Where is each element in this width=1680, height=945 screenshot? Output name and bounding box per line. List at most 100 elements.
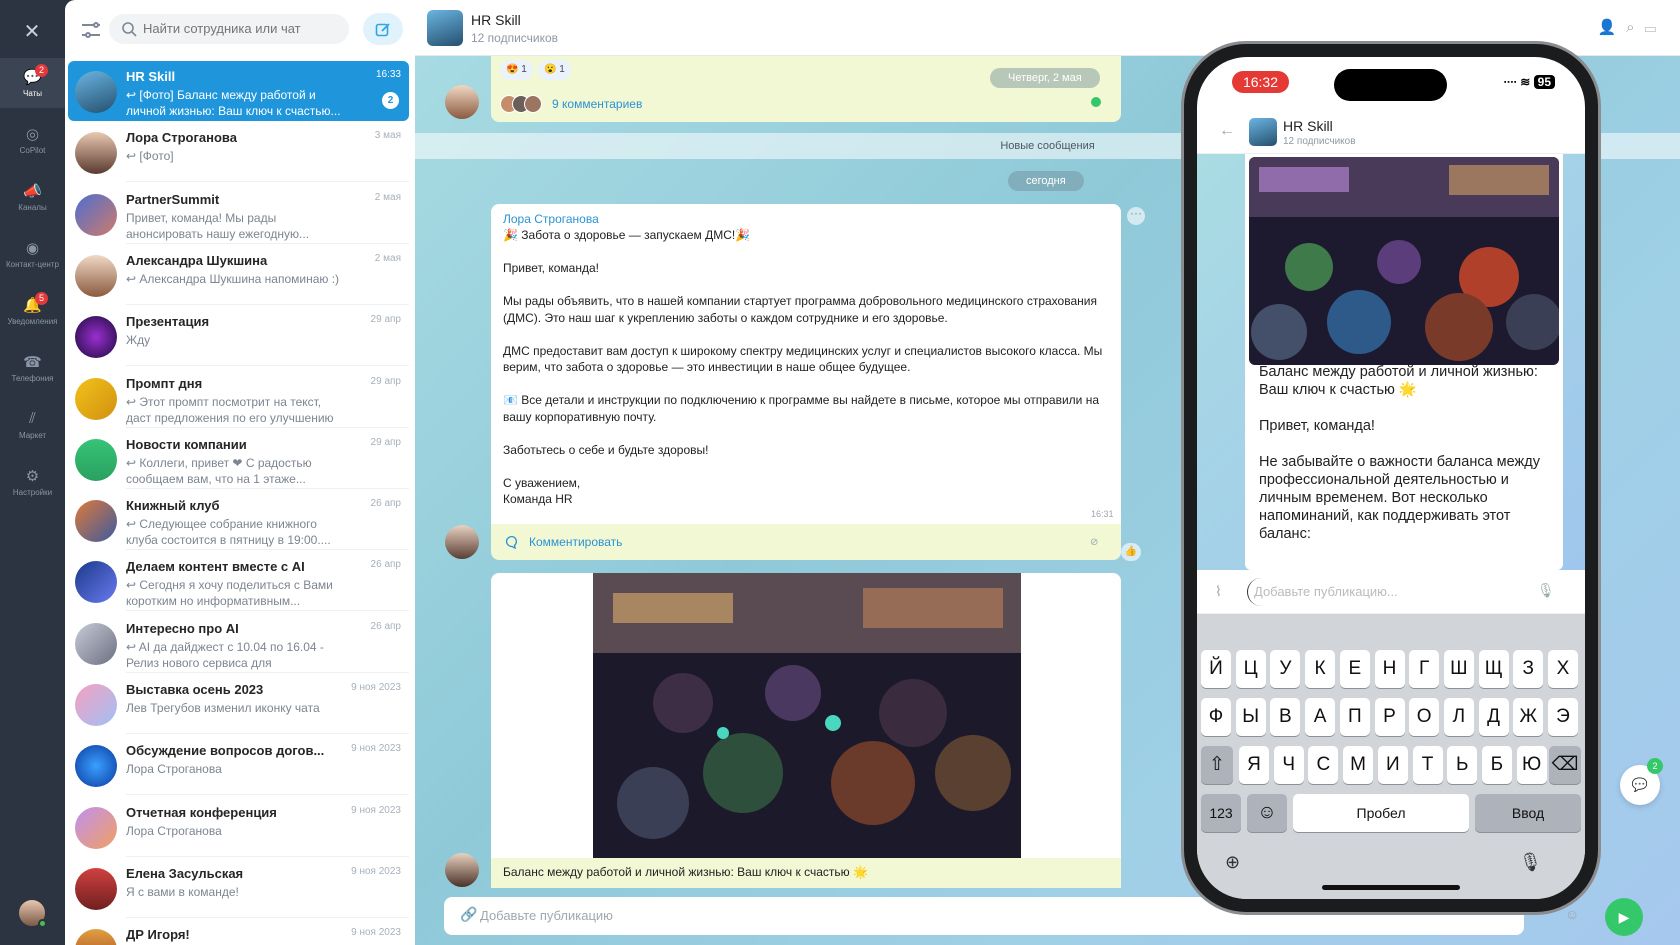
chat-list-item[interactable]: HR Skill 16:33 ↩ [Фото] Баланс между работ… <box>68 61 409 121</box>
chat-list-item[interactable]: Интересно про AI 26 апр ↩ AI да дайджест с… <box>68 613 409 673</box>
chat-list-item[interactable]: Новости компании 29 апр ↩ Коллеги, привет … <box>68 429 409 489</box>
phone-post-text: Баланс между работой и личной жизнью: Ва… <box>1259 364 1540 542</box>
rail-item-5[interactable]: ☎ Телефония <box>0 343 65 393</box>
comment-button-label[interactable]: Комментировать <box>529 535 622 549</box>
keyboard-key[interactable]: Ж <box>1513 698 1544 736</box>
keyboard-key[interactable]: З <box>1513 650 1544 688</box>
keyboard-key[interactable]: Д <box>1478 698 1509 736</box>
keyboard-key[interactable]: В <box>1270 698 1301 736</box>
keyboard-key[interactable]: О <box>1409 698 1440 736</box>
post-options-icon[interactable]: ··· <box>1127 207 1145 225</box>
chat-list-item[interactable]: Елена Засульская 9 ноя 2023 Я с вами в ком… <box>68 858 409 918</box>
shift-key-icon[interactable]: ⇧ <box>1201 746 1233 784</box>
rail-item-2[interactable]: 📣 Каналы <box>0 172 65 222</box>
keyboard-key[interactable]: М <box>1343 746 1374 784</box>
chat-name: HR Skill <box>126 69 176 84</box>
user-avatar[interactable] <box>17 898 47 928</box>
chat-title[interactable]: HR Skill <box>471 12 521 28</box>
keyboard-key[interactable]: П <box>1339 698 1370 736</box>
emoji-icon[interactable]: ☺ <box>1565 906 1579 922</box>
chat-list-item[interactable]: Отчетная конференция 9 ноя 2023 Лора Строг… <box>68 797 409 857</box>
rail-item-7[interactable]: ⚙ Настройки <box>0 457 65 507</box>
phone-post-input[interactable]: Добавьте публикацию... <box>1247 578 1537 606</box>
channel-avatar[interactable] <box>427 10 463 46</box>
chat-name: Выставка осень 2023 <box>126 682 264 697</box>
keyboard-key[interactable]: И <box>1377 746 1408 784</box>
keyboard-key[interactable]: С <box>1308 746 1339 784</box>
dictation-icon[interactable]: 🎙 <box>1519 852 1542 873</box>
rail-item-4[interactable]: 🔔 Уведомления 5 <box>0 286 65 336</box>
battery-indicator: 95 <box>1533 75 1555 89</box>
keyboard-key[interactable]: Я <box>1239 746 1269 784</box>
keyboard-key[interactable]: Х <box>1548 650 1578 688</box>
keyboard-key[interactable]: Ч <box>1273 746 1304 784</box>
rail-item-0[interactable]: 💬 Чаты 2 <box>0 58 65 108</box>
search-input[interactable] <box>109 14 349 44</box>
key-numbers[interactable]: 123 <box>1201 794 1241 832</box>
author-avatar[interactable] <box>445 853 479 887</box>
add-user-icon[interactable]: 👤 <box>1597 19 1626 36</box>
chat-list-item[interactable]: Книжный клуб 26 апр ↩ Следующее собрание к… <box>68 490 409 551</box>
post-photo[interactable] <box>593 573 1021 858</box>
post-author[interactable]: Лора Строганова <box>503 212 599 226</box>
search-icon[interactable]: ⌕ <box>1626 19 1644 36</box>
keyboard-key[interactable]: Р <box>1374 698 1405 736</box>
backspace-key-icon[interactable]: ⌫ <box>1549 746 1581 784</box>
divider <box>126 671 409 673</box>
keyboard-key[interactable]: Э <box>1548 698 1578 736</box>
sidebar-toggle-icon[interactable]: ▭ <box>1645 19 1666 36</box>
attach-icon[interactable]: 🔗 <box>460 906 477 923</box>
key-space[interactable]: Пробел <box>1293 794 1469 832</box>
comment-icon <box>505 535 517 549</box>
phone-post-photo[interactable] <box>1249 157 1559 365</box>
attach-icon[interactable]: ⌇ <box>1215 583 1222 600</box>
keyboard-key[interactable]: Н <box>1374 650 1405 688</box>
new-chat-button[interactable] <box>363 13 403 45</box>
keyboard-key[interactable]: Л <box>1443 698 1474 736</box>
keyboard-key[interactable]: Ф <box>1201 698 1231 736</box>
send-button[interactable]: ▶ <box>1605 898 1643 936</box>
chat-list-item[interactable]: Презентация 29 апр Жду <box>68 306 409 367</box>
market-icon: ⫽ <box>29 410 36 427</box>
keyboard-key[interactable]: Б <box>1481 746 1512 784</box>
keyboard-key[interactable]: А <box>1305 698 1336 736</box>
chat-list-item[interactable]: Делаем контент вместе с AI 26 апр ↩ Сегодн… <box>68 551 409 612</box>
like-icon[interactable]: 👍 <box>1121 543 1141 561</box>
keyboard-key[interactable]: Т <box>1412 746 1443 784</box>
rail-item-6[interactable]: ⫽ Маркет <box>0 400 65 450</box>
keyboard-key[interactable]: К <box>1305 650 1336 688</box>
keyboard-key[interactable]: Щ <box>1478 650 1509 688</box>
keyboard-key[interactable]: Й <box>1201 650 1231 688</box>
keyboard-key[interactable]: Ю <box>1516 746 1547 784</box>
chat-list-item[interactable]: Промпт дня 29 апр ↩ Этот промпт посмотрит … <box>68 368 409 428</box>
keyboard-key[interactable]: Ш <box>1443 650 1474 688</box>
keyboard-key[interactable]: У <box>1270 650 1301 688</box>
close-icon[interactable]: ✕ <box>12 12 52 52</box>
author-avatar[interactable] <box>445 525 479 559</box>
reaction-chip[interactable]: 😮 1 <box>538 60 571 80</box>
keyboard-key[interactable]: Е <box>1339 650 1370 688</box>
keyboard-key[interactable]: Ы <box>1235 698 1266 736</box>
key-enter[interactable]: Ввод <box>1475 794 1581 832</box>
globe-icon[interactable]: ⊕ <box>1225 852 1240 873</box>
chat-list-item[interactable]: PartnerSummit 2 мая Привет, команда! Мы ра… <box>68 184 409 244</box>
chat-list-item[interactable]: ДР Игоря! 9 ноя 2023 <box>68 919 409 945</box>
rail-item-3[interactable]: ◉ Контакт-центр <box>0 229 65 279</box>
emoji-key-icon[interactable]: ☺ <box>1247 794 1287 832</box>
chat-name: Презентация <box>126 314 210 330</box>
keyboard-key[interactable]: Ь <box>1447 746 1478 784</box>
chat-list-item[interactable]: Лора Строганова 3 мая ↩ [Фото] <box>68 122 409 183</box>
keyboard-key[interactable]: Ц <box>1235 650 1266 688</box>
chat-list-item[interactable]: Выставка осень 2023 9 ноя 2023 Лев Трегубо… <box>68 674 409 734</box>
chat-list-item[interactable]: Обсуждение вопросов догов... 9 ноя 2023 Ло… <box>68 735 409 796</box>
author-avatar[interactable] <box>445 85 479 119</box>
microphone-icon[interactable]: 🎙 <box>1537 582 1555 599</box>
rail-item-1[interactable]: ◎ CoPilot <box>0 115 65 165</box>
filter-icon[interactable] <box>79 18 103 42</box>
keyboard-key[interactable]: Г <box>1409 650 1440 688</box>
reaction-chip[interactable]: 😍 1 <box>500 60 533 80</box>
rail-item-label: Чаты <box>22 89 43 98</box>
chat-list-item[interactable]: Александра Шукшина 2 мая ↩ Александра Шукш… <box>68 245 409 305</box>
comments-link[interactable]: 9 комментариев <box>552 97 642 111</box>
back-arrow-icon[interactable]: ← <box>1219 122 1235 140</box>
